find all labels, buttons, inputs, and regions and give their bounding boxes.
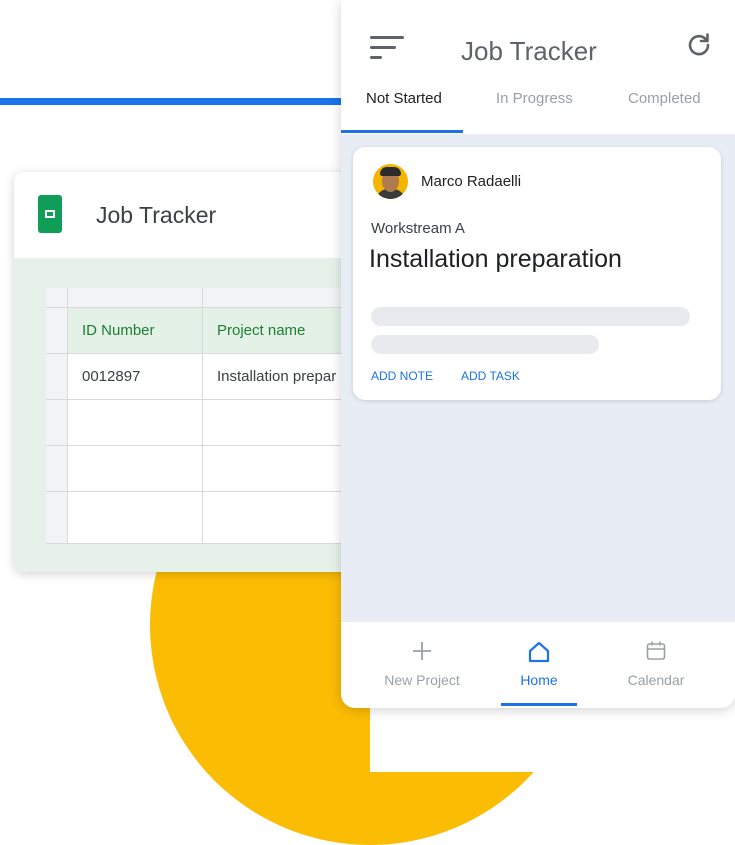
table-cell-empty[interactable] xyxy=(68,400,203,446)
row-header-1[interactable] xyxy=(46,308,68,354)
active-nav-indicator xyxy=(501,703,577,706)
mobile-app-screen: Job Tracker Not Started In Progress Comp… xyxy=(341,0,735,708)
active-tab-indicator xyxy=(341,130,463,133)
refresh-icon[interactable] xyxy=(686,32,712,58)
decorative-blue-line xyxy=(0,98,345,105)
nav-label-calendar: Calendar xyxy=(627,672,685,688)
column-header-a[interactable] xyxy=(68,288,203,308)
spreadsheet-header: Job Tracker xyxy=(14,172,384,258)
workstream-label: Workstream A xyxy=(371,220,465,237)
tab-in-progress[interactable]: In Progress xyxy=(496,90,573,107)
table-cell-id[interactable]: 0012897 xyxy=(68,354,203,400)
add-task-button[interactable]: ADD TASK xyxy=(461,369,520,383)
tab-completed[interactable]: Completed xyxy=(628,90,701,107)
job-title: Installation preparation xyxy=(369,245,622,273)
nav-item-new-project[interactable]: New Project xyxy=(357,622,487,708)
nav-item-calendar[interactable]: Calendar xyxy=(591,622,721,708)
job-card[interactable]: Marco Radaelli Workstream A Installation… xyxy=(353,147,721,400)
tab-not-started[interactable]: Not Started xyxy=(366,90,442,107)
spreadsheet-title: Job Tracker xyxy=(96,202,217,228)
nav-label-home: Home xyxy=(520,672,558,688)
placeholder-line xyxy=(371,335,599,354)
header-cell-id-number[interactable]: ID Number xyxy=(68,308,203,354)
row-header-2[interactable] xyxy=(46,354,68,400)
app-title: Job Tracker xyxy=(461,36,597,66)
spreadsheet-card: Job Tracker ID Number Project name 00128… xyxy=(14,172,384,572)
bottom-navigation: New Project Home Calendar xyxy=(341,622,735,708)
owner-name: Marco Radaelli xyxy=(421,173,522,190)
table-cell-empty[interactable] xyxy=(68,446,203,492)
google-sheets-icon xyxy=(38,195,62,233)
row-header-4[interactable] xyxy=(46,446,68,492)
row-header-5[interactable] xyxy=(46,492,68,544)
menu-icon[interactable] xyxy=(370,36,404,60)
table-cell-empty[interactable] xyxy=(68,492,203,544)
placeholder-line xyxy=(371,307,690,326)
app-bar: Job Tracker Not Started In Progress Comp… xyxy=(341,0,735,134)
row-header-3[interactable] xyxy=(46,400,68,446)
nav-label-new-project: New Project xyxy=(384,672,460,688)
grid-corner-cell[interactable] xyxy=(46,288,68,308)
avatar xyxy=(373,164,408,199)
add-note-button[interactable]: ADD NOTE xyxy=(371,369,433,383)
calendar-icon xyxy=(645,640,667,667)
plus-icon xyxy=(411,640,433,667)
nav-item-home[interactable]: Home xyxy=(474,622,604,708)
home-icon xyxy=(527,640,551,669)
spreadsheet-grid: ID Number Project name 0012897 Installat… xyxy=(46,288,366,544)
